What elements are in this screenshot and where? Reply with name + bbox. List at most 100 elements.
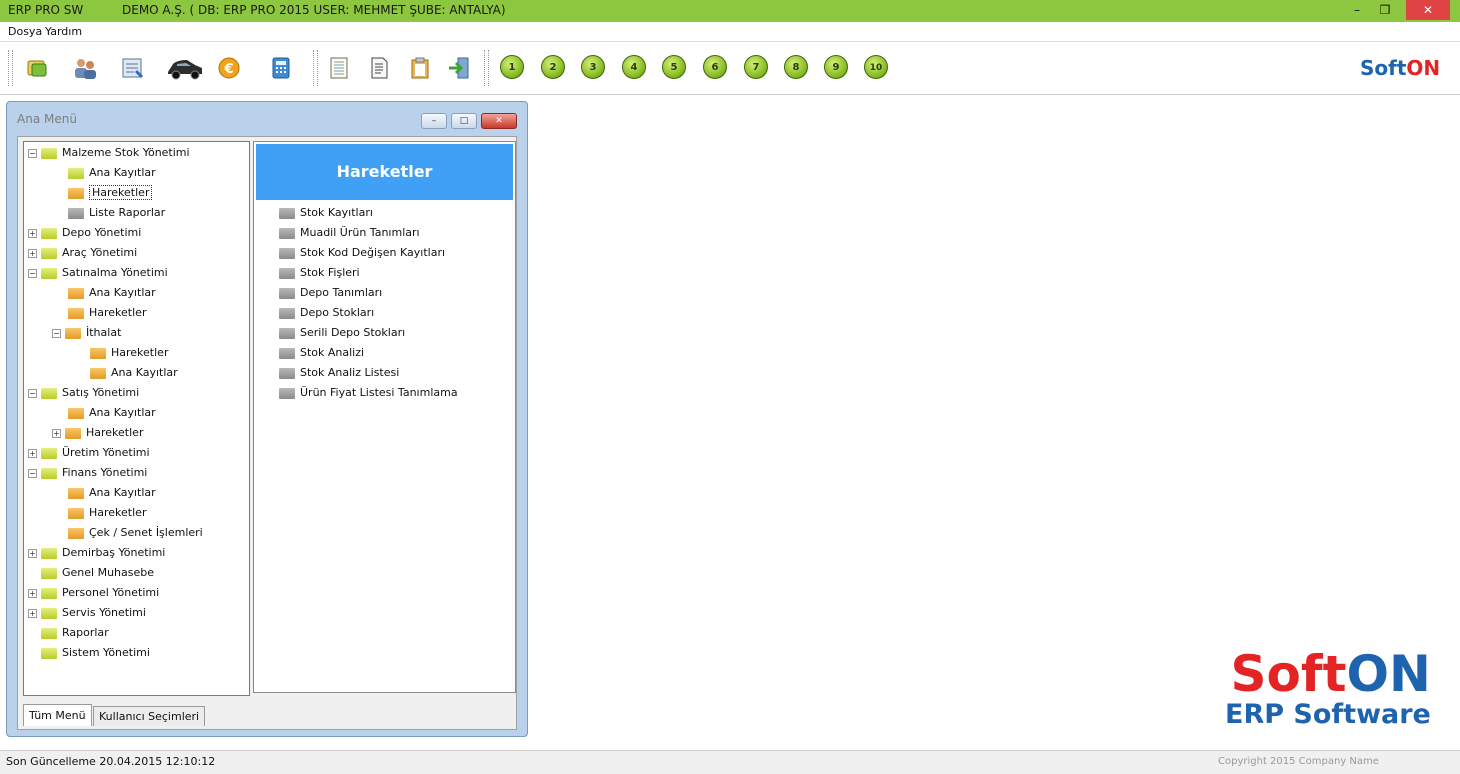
folder-icon <box>68 307 84 319</box>
tree-item-sistem[interactable]: Sistem Yönetimi <box>41 644 150 662</box>
euro-icon[interactable]: € <box>216 55 242 81</box>
title-bar: ERP PRO SW DEMO A.Ş. ( DB: ERP PRO 2015 … <box>0 0 1460 22</box>
menu-bar: Dosya Yardım <box>0 22 1460 42</box>
folder-icon <box>279 367 295 379</box>
toolbar-grip[interactable] <box>313 50 318 86</box>
logo-on: ON <box>1346 645 1431 703</box>
toolbar-grip[interactable] <box>484 50 489 86</box>
folder-icon <box>279 227 295 239</box>
folder-icon <box>279 387 295 399</box>
tree-item-satinalma[interactable]: − Satınalma Yönetimi <box>28 264 168 282</box>
panel-header: Hareketler <box>256 144 513 200</box>
expand-icon: + <box>28 228 37 238</box>
tree-item-servis[interactable]: + Servis Yönetimi <box>28 604 146 622</box>
logo-soft: Soft <box>1230 645 1347 703</box>
quick-button-9[interactable]: 9 <box>824 55 848 79</box>
folder-icon <box>68 187 84 199</box>
quick-button-3[interactable]: 3 <box>581 55 605 79</box>
panel-item-serili-depo[interactable]: Serili Depo Stokları <box>279 323 405 343</box>
tab-kullanici-secimleri[interactable]: Kullanıcı Seçimleri <box>93 706 206 726</box>
tree-item-ana-kayitlar[interactable]: Ana Kayıtlar <box>90 364 178 382</box>
tree-item-ana-kayitlar[interactable]: Ana Kayıtlar <box>68 404 156 422</box>
folder-icon <box>65 327 81 339</box>
quick-button-5[interactable]: 5 <box>662 55 686 79</box>
folder-icon <box>41 247 57 259</box>
panel-item-depo-tanimlari[interactable]: Depo Tanımları <box>279 283 382 303</box>
tree-item-hareketler-selected[interactable]: Hareketler <box>68 184 153 202</box>
tree-item-demirbas[interactable]: + Demirbaş Yönetimi <box>28 544 165 562</box>
car-icon[interactable] <box>165 55 205 81</box>
notebook-icon[interactable] <box>326 55 352 81</box>
window-title: Ana Menü <box>17 112 77 126</box>
svg-text:€: € <box>223 62 233 77</box>
toolbar-grip[interactable] <box>8 50 13 86</box>
folder-icon <box>41 607 57 619</box>
document-icon[interactable] <box>366 55 392 81</box>
folder-icon <box>41 447 57 459</box>
tree-item-ana-kayitlar[interactable]: Ana Kayıtlar <box>68 284 156 302</box>
tree-item-raporlar[interactable]: Raporlar <box>41 624 109 642</box>
minimize-button[interactable]: – <box>1345 0 1369 20</box>
calendar-icon[interactable] <box>120 55 146 81</box>
tree-item-ithalat[interactable]: − İthalat <box>52 324 121 342</box>
tree-item-hareketler[interactable]: Hareketler <box>90 344 168 362</box>
collapse-icon: − <box>28 148 37 158</box>
tree-item-ana-kayitlar[interactable]: Ana Kayıtlar <box>68 164 156 182</box>
tree-item-arac[interactable]: + Araç Yönetimi <box>28 244 137 262</box>
quick-button-7[interactable]: 7 <box>744 55 768 79</box>
panel-item-stok-analizi[interactable]: Stok Analizi <box>279 343 364 363</box>
tree-item-hareketler[interactable]: Hareketler <box>68 304 146 322</box>
quick-button-6[interactable]: 6 <box>703 55 727 79</box>
menu-yardim[interactable]: Yardım <box>45 25 82 38</box>
tree-item-liste-raporlar[interactable]: Liste Raporlar <box>68 204 165 222</box>
tree-item-satis[interactable]: − Satış Yönetimi <box>28 384 139 402</box>
brand-logo: SoftON <box>1360 56 1440 80</box>
restore-button[interactable]: ❐ <box>1372 0 1398 20</box>
collapse-icon: − <box>28 268 37 278</box>
folder-icon <box>68 287 84 299</box>
tree-item-personel[interactable]: + Personel Yönetimi <box>28 584 159 602</box>
quick-button-10[interactable]: 10 <box>864 55 888 79</box>
tree-item-hareketler[interactable]: Hareketler <box>68 504 146 522</box>
collapse-icon: − <box>52 328 61 338</box>
close-button[interactable]: ✕ <box>1406 0 1450 20</box>
quick-button-2[interactable]: 2 <box>541 55 565 79</box>
clipboard-icon[interactable] <box>407 55 433 81</box>
window-close-button[interactable]: ✕ <box>481 113 517 129</box>
quick-button-1[interactable]: 1 <box>500 55 524 79</box>
money-icon[interactable] <box>24 55 50 81</box>
window-maximize-button[interactable]: □ <box>451 113 477 129</box>
folder-icon <box>65 427 81 439</box>
quick-button-8[interactable]: 8 <box>784 55 808 79</box>
tree-item-depo[interactable]: + Depo Yönetimi <box>28 224 141 242</box>
ana-menu-window: Ana Menü – □ ✕ − Malzeme Stok Yönetimi An… <box>6 101 528 737</box>
folder-icon <box>41 627 57 639</box>
tree-item-hareketler[interactable]: + Hareketler <box>52 424 143 442</box>
folder-icon <box>68 167 84 179</box>
menu-dosya[interactable]: Dosya <box>8 25 42 38</box>
users-icon[interactable] <box>72 55 98 81</box>
logo-subtitle: ERP Software <box>1225 699 1431 730</box>
quick-button-4[interactable]: 4 <box>622 55 646 79</box>
folder-icon <box>279 267 295 279</box>
panel-item-stok-analiz-listesi[interactable]: Stok Analiz Listesi <box>279 363 399 383</box>
tree-item-finans[interactable]: − Finans Yönetimi <box>28 464 147 482</box>
panel-item-stok-kod[interactable]: Stok Kod Değişen Kayıtları <box>279 243 445 263</box>
tree-item-genel-muhasebe[interactable]: Genel Muhasebe <box>41 564 154 582</box>
tab-tum-menu[interactable]: Tüm Menü <box>23 704 92 726</box>
tree-item-ana-kayitlar[interactable]: Ana Kayıtlar <box>68 484 156 502</box>
toolbar: € 1 2 3 4 5 6 7 8 9 10 <box>0 42 1460 95</box>
folder-icon <box>279 287 295 299</box>
window-minimize-button[interactable]: – <box>421 113 447 129</box>
calculator-icon[interactable] <box>268 55 294 81</box>
tree-item-cek-senet[interactable]: Çek / Senet İşlemleri <box>68 524 203 542</box>
exit-icon[interactable] <box>446 55 472 81</box>
panel-item-stok-kayitlari[interactable]: Stok Kayıtları <box>279 203 373 223</box>
folder-icon <box>41 387 57 399</box>
tree-item-malzeme-stok[interactable]: − Malzeme Stok Yönetimi <box>28 144 190 162</box>
panel-item-depo-stoklari[interactable]: Depo Stokları <box>279 303 374 323</box>
panel-item-muadil-urun[interactable]: Muadil Ürün Tanımları <box>279 223 420 243</box>
tree-item-uretim[interactable]: + Üretim Yönetimi <box>28 444 150 462</box>
panel-item-urun-fiyat[interactable]: Ürün Fiyat Listesi Tanımlama <box>279 383 458 403</box>
panel-item-stok-fisleri[interactable]: Stok Fişleri <box>279 263 360 283</box>
